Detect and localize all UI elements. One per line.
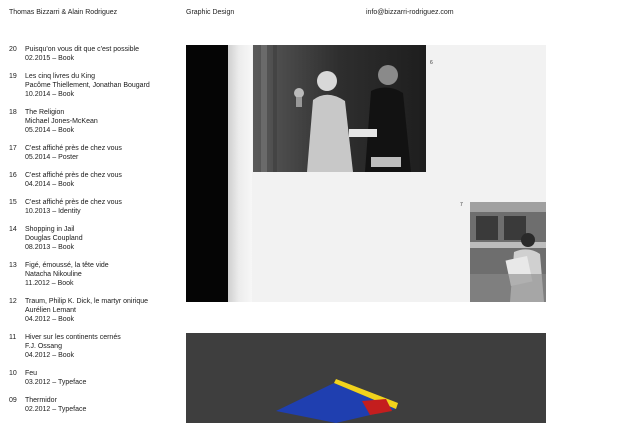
project-item[interactable]: 12 Traum, Philip K. Dick, le martyr oniri… [9,297,179,324]
project-item[interactable]: 18 The Religion Michael Jones-McKean 05.201… [9,108,179,135]
project-item[interactable]: 14 Shopping in Jail Douglas Coupland 08.201… [9,225,179,252]
project-date-type: 05.2014 – Book [25,127,75,134]
project-item[interactable]: 09 Thermidor 02.2012 – Typeface [9,396,179,414]
project-number: 16 [9,172,17,179]
project-item[interactable]: 17 C'est affiché près de chez vous 05.2014… [9,144,179,162]
project-number: 09 [9,397,17,404]
site-name[interactable]: Thomas Bizzarri & Alain Rodriguez [9,9,117,16]
project-number: 12 [9,298,17,305]
project-date-type: 04.2012 – Book [25,352,75,359]
page-fold [228,45,252,302]
project-item[interactable]: 13 Figé, émoussé, la tête vide Natacha Nik… [9,261,179,288]
project-item[interactable]: 20 Puisqu'on vous dit que c'est possible 0… [9,45,179,63]
project-title: C'est affiché près de chez vous [25,199,122,206]
project-title: Puisqu'on vous dit que c'est possible [25,46,139,53]
project-date-type: 04.2014 – Book [25,181,75,188]
project-title: C'est affiché près de chez vous [25,145,122,152]
book-spread-image: 6 7 [186,45,546,302]
project-date-type: 04.2012 – Book [25,316,75,323]
figure-number: 7 [460,202,463,208]
project-number: 10 [9,370,17,377]
project-title: Shopping in Jail [25,226,75,233]
project-author: Pacôme Thiellement, Jonathan Bougard [25,82,150,89]
project-date-type: 05.2014 – Poster [25,154,79,161]
project-author: F.J. Ossang [25,343,62,350]
project-author: Natacha Nikouline [25,271,82,278]
project-item[interactable]: 16 C'est affiché près de chez vous 04.2014… [9,171,179,189]
project-date-type: 10.2013 – Identity [25,208,81,215]
project-number: 15 [9,199,17,206]
project-number: 20 [9,46,17,53]
project-number: 19 [9,73,17,80]
project-number: 18 [9,109,17,116]
project-date-type: 03.2012 – Typeface [25,379,87,386]
project-title: Feu [25,370,38,377]
project-title: The Religion [25,109,65,116]
project-number: 13 [9,262,17,269]
project-item[interactable]: 11 Hiver sur les continents cernés F.J. Os… [9,333,179,360]
page-edge-black [186,45,228,302]
project-item[interactable]: 15 C'est affiché près de chez vous 10.2013… [9,198,179,216]
project-author: Douglas Coupland [25,235,83,242]
project-title: Hiver sur les continents cernés [25,334,121,341]
project-date-type: 10.2014 – Book [25,91,75,98]
project-number: 14 [9,226,17,233]
project-date-type: 02.2015 – Book [25,55,75,62]
email-link[interactable]: info@bizzarri-rodriguez.com [366,9,454,16]
project-date-type: 02.2012 – Typeface [25,406,87,413]
project-item[interactable]: 19 Les cinq livres du King Pacôme Thiellem… [9,72,179,99]
project-author: Aurélien Lemant [25,307,76,314]
project-title: Figé, émoussé, la tête vide [25,262,109,269]
photograph-subway-reader [470,202,546,302]
figure-number: 6 [430,60,433,66]
book-cover-image [186,333,546,423]
photograph-two-men [253,45,426,172]
project-item[interactable]: 10 Feu 03.2012 – Typeface [9,369,179,387]
project-number: 11 [9,334,17,341]
project-title: Thermidor [25,397,57,404]
project-title: Les cinq livres du King [25,73,96,80]
project-date-type: 11.2012 – Book [25,280,74,287]
site-field: Graphic Design [186,9,235,16]
project-list: 20 Puisqu'on vous dit que c'est possible 0… [9,45,179,414]
project-date-type: 08.2013 – Book [25,244,75,251]
project-author: Michael Jones-McKean [25,118,98,125]
project-title: Traum, Philip K. Dick, le martyr oniriqu… [25,298,149,305]
project-title: C'est affiché près de chez vous [25,172,122,179]
project-number: 17 [9,145,17,152]
